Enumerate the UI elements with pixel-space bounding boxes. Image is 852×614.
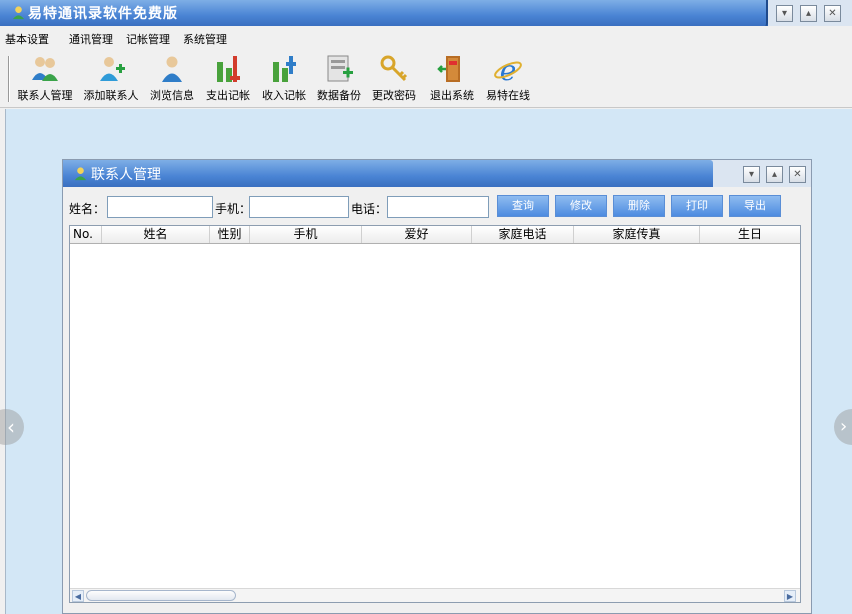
app-title: 易特通讯录软件免费版	[28, 6, 178, 22]
mobile-input[interactable]	[249, 196, 349, 218]
ie-browser-icon: e	[494, 54, 522, 84]
backup-tool-button[interactable]: 数据备份	[313, 52, 365, 106]
add-contact-icon	[100, 57, 125, 81]
print-button[interactable]: 打印	[671, 195, 723, 217]
column-header-no[interactable]: No.	[70, 226, 102, 243]
contacts-table: No. 姓名 性别 手机 爱好 家庭电话 家庭传真 生日 ◀ ▶	[69, 225, 801, 603]
scrollbar-thumb[interactable]	[86, 590, 236, 601]
toolbar-grip	[8, 56, 10, 102]
scroll-right-icon[interactable]: ▶	[784, 590, 796, 602]
child-title: 联系人管理	[91, 167, 161, 183]
browse-info-icon	[162, 56, 182, 82]
column-header-name[interactable]: 姓名	[102, 226, 210, 243]
exit-tool-button[interactable]: 退出系统	[425, 52, 479, 106]
mdi-workspace: ‹ › 联系人管理 ▾ ▴ ✕ 姓名： 手机： 电话： 查询 修改 删除 打印	[0, 109, 852, 614]
restore-button[interactable]: ▴	[800, 5, 817, 22]
export-button[interactable]: 导出	[729, 195, 781, 217]
menu-bar: 基本设置 通讯管理 记帐管理 系统管理	[0, 28, 852, 48]
app-icon	[12, 6, 25, 20]
menu-basic-settings[interactable]: 基本设置	[5, 31, 49, 47]
contacts-small-icon	[74, 167, 87, 181]
table-header: No. 姓名 性别 手机 爱好 家庭电话 家庭传真 生日	[70, 226, 800, 244]
income-chart-icon	[273, 56, 296, 82]
app-titlebar: 易特通讯录软件免费版 ▾ ▴ ✕	[0, 0, 852, 26]
column-header-mobile[interactable]: 手机	[250, 226, 362, 243]
menu-accounting[interactable]: 记帐管理	[126, 31, 170, 47]
minimize-button[interactable]: ▾	[776, 5, 793, 22]
column-header-hobby[interactable]: 爱好	[362, 226, 472, 243]
contacts-tool-button[interactable]: 联系人管理	[14, 52, 76, 106]
contacts-icon	[32, 57, 58, 81]
child-minimize-button[interactable]: ▾	[743, 166, 760, 183]
horizontal-scrollbar[interactable]: ◀ ▶	[70, 588, 800, 602]
name-label: 姓名：	[69, 202, 106, 216]
income-tool-button[interactable]: 收入记帐	[258, 52, 310, 106]
contact-manager-window: 联系人管理 ▾ ▴ ✕ 姓名： 手机： 电话： 查询 修改 删除 打印 导出 N…	[62, 159, 812, 614]
phone-input[interactable]	[387, 196, 489, 218]
column-header-home-phone[interactable]: 家庭电话	[472, 226, 574, 243]
add-contact-tool-button[interactable]: 添加联系人	[80, 52, 142, 106]
delete-button[interactable]: 删除	[613, 195, 665, 217]
backup-icon	[327, 55, 353, 82]
svg-text:e: e	[500, 54, 517, 84]
chevron-left-icon[interactable]: ‹	[0, 409, 24, 445]
phone-label: 电话：	[351, 202, 388, 216]
query-button[interactable]: 查询	[497, 195, 549, 217]
edit-button[interactable]: 修改	[555, 195, 607, 217]
window-controls: ▾ ▴ ✕	[768, 0, 852, 26]
close-button[interactable]: ✕	[824, 5, 841, 22]
search-row: 姓名： 手机： 电话： 查询 修改 删除 打印 导出	[63, 194, 811, 220]
online-tool-button[interactable]: e 易特在线	[482, 52, 534, 106]
column-header-birthday[interactable]: 生日	[700, 226, 800, 243]
key-icon	[380, 55, 408, 82]
browse-info-tool-button[interactable]: 浏览信息	[146, 52, 198, 106]
toolbar: 联系人管理 添加联系人 浏览信息 支出记帐 收入记帐 数据备份 更改密码 退出系…	[0, 50, 852, 108]
change-password-tool-button[interactable]: 更改密码	[368, 52, 420, 106]
expense-tool-button[interactable]: 支出记帐	[202, 52, 254, 106]
child-restore-button[interactable]: ▴	[766, 166, 783, 183]
exit-door-icon	[437, 56, 460, 82]
app-title-tab: 易特通讯录软件免费版	[0, 0, 768, 26]
column-header-home-fax[interactable]: 家庭传真	[574, 226, 700, 243]
mobile-label: 手机：	[215, 202, 252, 216]
menu-system[interactable]: 系统管理	[183, 31, 227, 47]
column-header-gender[interactable]: 性别	[210, 226, 250, 243]
child-titlebar: 联系人管理 ▾ ▴ ✕	[63, 160, 811, 187]
chevron-right-icon[interactable]: ›	[834, 409, 852, 445]
expense-chart-icon	[217, 56, 240, 82]
child-close-button[interactable]: ✕	[789, 166, 806, 183]
menu-contacts[interactable]: 通讯管理	[69, 31, 113, 47]
name-input[interactable]	[107, 196, 213, 218]
scroll-left-icon[interactable]: ◀	[72, 590, 84, 602]
child-title-tab: 联系人管理	[63, 160, 713, 187]
